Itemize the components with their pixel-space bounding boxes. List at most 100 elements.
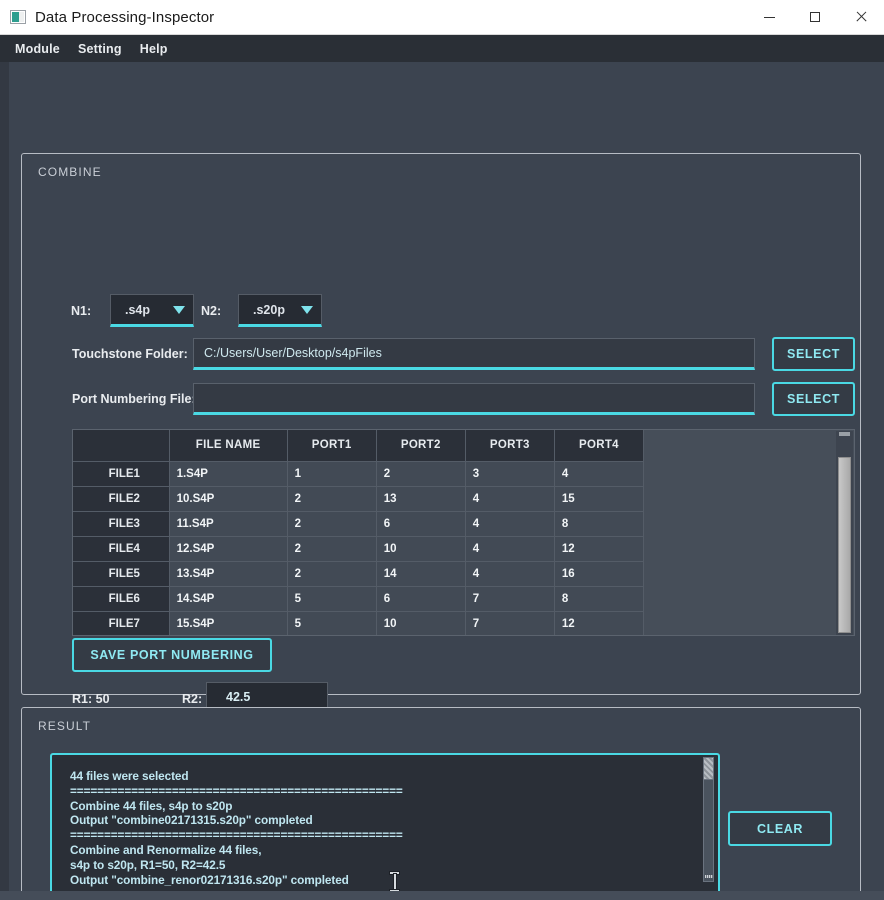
window-titlebar: Data Processing-Inspector bbox=[0, 0, 884, 35]
combine-panel: COMBINE N1: .s4p N2: .s20p Touchstone Fo… bbox=[21, 153, 861, 759]
left-edge-rail bbox=[0, 62, 9, 900]
r2-label: R2: bbox=[182, 692, 203, 706]
n1-dropdown[interactable]: .s4p bbox=[110, 294, 194, 327]
combine-panel-title: COMBINE bbox=[38, 165, 102, 179]
cell-port1[interactable]: 1 bbox=[287, 461, 377, 487]
row-header[interactable]: FILE3 bbox=[73, 511, 170, 537]
table-scroll-up-arrow[interactable] bbox=[839, 432, 850, 436]
cell-port2[interactable]: 14 bbox=[376, 561, 466, 587]
cell-port1[interactable]: 2 bbox=[287, 511, 377, 537]
cell-port2[interactable]: 10 bbox=[376, 536, 466, 562]
table-scrollbar-thumb[interactable] bbox=[838, 457, 851, 633]
cell-port2[interactable]: 13 bbox=[376, 486, 466, 512]
window-controls bbox=[746, 0, 884, 35]
cell-port4[interactable]: 4 bbox=[554, 461, 645, 487]
touchstone-folder-input[interactable]: C:/Users/User/Desktop/s4pFiles bbox=[193, 338, 755, 370]
cell-port2[interactable]: 10 bbox=[376, 611, 466, 635]
row-header[interactable]: FILE6 bbox=[73, 586, 170, 612]
result-console-text: 44 files were selected =================… bbox=[70, 769, 403, 887]
table-header: FILE NAME PORT1 PORT2 PORT3 PORT4 bbox=[73, 430, 645, 462]
cell-port3[interactable]: 4 bbox=[465, 561, 555, 587]
table-row[interactable]: FILE3 11.S4P 2 6 4 8 bbox=[73, 511, 645, 537]
cell-port4[interactable]: 16 bbox=[554, 561, 645, 587]
table-col-corner[interactable] bbox=[73, 430, 170, 462]
cell-filename[interactable]: 10.S4P bbox=[169, 486, 288, 512]
bottom-edge-rail bbox=[0, 891, 884, 900]
console-scrollbar-foot bbox=[705, 875, 713, 878]
cell-port2[interactable]: 2 bbox=[376, 461, 466, 487]
cell-port3[interactable]: 7 bbox=[465, 611, 555, 635]
table-row[interactable]: FILE2 10.S4P 2 13 4 15 bbox=[73, 486, 645, 512]
app-body: COMBINE N1: .s4p N2: .s20p Touchstone Fo… bbox=[0, 62, 884, 900]
console-scrollbar-thumb[interactable] bbox=[703, 757, 714, 882]
table-vertical-scrollbar[interactable] bbox=[836, 431, 853, 635]
close-icon bbox=[855, 11, 867, 23]
console-vertical-scrollbar[interactable] bbox=[701, 757, 716, 900]
n2-dropdown[interactable]: .s20p bbox=[238, 294, 322, 327]
save-port-numbering-button[interactable]: SAVE PORT NUMBERING bbox=[72, 638, 272, 672]
maximize-icon bbox=[810, 12, 820, 22]
table-row[interactable]: FILE5 13.S4P 2 14 4 16 bbox=[73, 561, 645, 587]
cell-port3[interactable]: 3 bbox=[465, 461, 555, 487]
row-header[interactable]: FILE5 bbox=[73, 561, 170, 587]
cell-port4[interactable]: 12 bbox=[554, 611, 645, 635]
n1-value: .s4p bbox=[125, 302, 151, 317]
row-header[interactable]: FILE7 bbox=[73, 611, 170, 635]
cell-port1[interactable]: 5 bbox=[287, 586, 377, 612]
cell-port4[interactable]: 15 bbox=[554, 486, 645, 512]
cell-filename[interactable]: 15.S4P bbox=[169, 611, 288, 635]
table-row[interactable]: FILE6 14.S4P 5 6 7 8 bbox=[73, 586, 645, 612]
row-header[interactable]: FILE4 bbox=[73, 536, 170, 562]
table-row[interactable]: FILE1 1.S4P 1 2 3 4 bbox=[73, 461, 645, 487]
close-button[interactable] bbox=[838, 0, 884, 35]
cell-port2[interactable]: 6 bbox=[376, 586, 466, 612]
touchstone-select-button[interactable]: SELECT bbox=[772, 337, 855, 371]
port-numbering-file-input[interactable] bbox=[193, 383, 755, 415]
cell-filename[interactable]: 12.S4P bbox=[169, 536, 288, 562]
cell-port3[interactable]: 7 bbox=[465, 586, 555, 612]
cell-port4[interactable]: 12 bbox=[554, 536, 645, 562]
port-numbering-select-button[interactable]: SELECT bbox=[772, 382, 855, 416]
table-row[interactable]: FILE4 12.S4P 2 10 4 12 bbox=[73, 536, 645, 562]
window-title: Data Processing-Inspector bbox=[35, 8, 215, 26]
cell-port4[interactable]: 8 bbox=[554, 511, 645, 537]
maximize-button[interactable] bbox=[792, 0, 838, 35]
console-scrollbar-grip bbox=[704, 758, 713, 780]
row-header[interactable]: FILE2 bbox=[73, 486, 170, 512]
menu-item-module[interactable]: Module bbox=[6, 38, 69, 60]
menu-item-setting[interactable]: Setting bbox=[69, 38, 131, 60]
cell-port1[interactable]: 2 bbox=[287, 486, 377, 512]
touchstone-folder-value: C:/Users/User/Desktop/s4pFiles bbox=[204, 346, 382, 360]
app-window-icon bbox=[10, 10, 26, 24]
cell-filename[interactable]: 1.S4P bbox=[169, 461, 288, 487]
menubar: Module Setting Help bbox=[0, 35, 884, 62]
row-header[interactable]: FILE1 bbox=[73, 461, 170, 487]
cell-port1[interactable]: 2 bbox=[287, 561, 377, 587]
chevron-down-icon bbox=[301, 305, 313, 314]
table-row[interactable]: FILE7 15.S4P 5 10 7 12 bbox=[73, 611, 645, 635]
table-col-filename[interactable]: FILE NAME bbox=[169, 430, 288, 462]
port-numbering-file-label: Port Numbering File: bbox=[72, 392, 196, 406]
cell-filename[interactable]: 11.S4P bbox=[169, 511, 288, 537]
menu-item-help[interactable]: Help bbox=[131, 38, 177, 60]
table-col-port2[interactable]: PORT2 bbox=[376, 430, 466, 462]
cell-port3[interactable]: 4 bbox=[465, 511, 555, 537]
text-cursor-icon bbox=[390, 872, 399, 892]
result-console[interactable]: 44 files were selected =================… bbox=[50, 753, 720, 900]
cell-port3[interactable]: 4 bbox=[465, 536, 555, 562]
cell-port1[interactable]: 5 bbox=[287, 611, 377, 635]
cell-filename[interactable]: 14.S4P bbox=[169, 586, 288, 612]
table-col-port3[interactable]: PORT3 bbox=[465, 430, 555, 462]
chevron-down-icon bbox=[173, 305, 185, 314]
minimize-icon bbox=[763, 16, 775, 18]
clear-button[interactable]: CLEAR bbox=[728, 811, 832, 846]
table-col-port4[interactable]: PORT4 bbox=[554, 430, 645, 462]
port-numbering-table[interactable]: FILE NAME PORT1 PORT2 PORT3 PORT4 FILE1 1… bbox=[72, 429, 855, 636]
cell-port4[interactable]: 8 bbox=[554, 586, 645, 612]
table-col-port1[interactable]: PORT1 bbox=[287, 430, 377, 462]
minimize-button[interactable] bbox=[746, 0, 792, 35]
cell-port2[interactable]: 6 bbox=[376, 511, 466, 537]
cell-port1[interactable]: 2 bbox=[287, 536, 377, 562]
cell-filename[interactable]: 13.S4P bbox=[169, 561, 288, 587]
cell-port3[interactable]: 4 bbox=[465, 486, 555, 512]
